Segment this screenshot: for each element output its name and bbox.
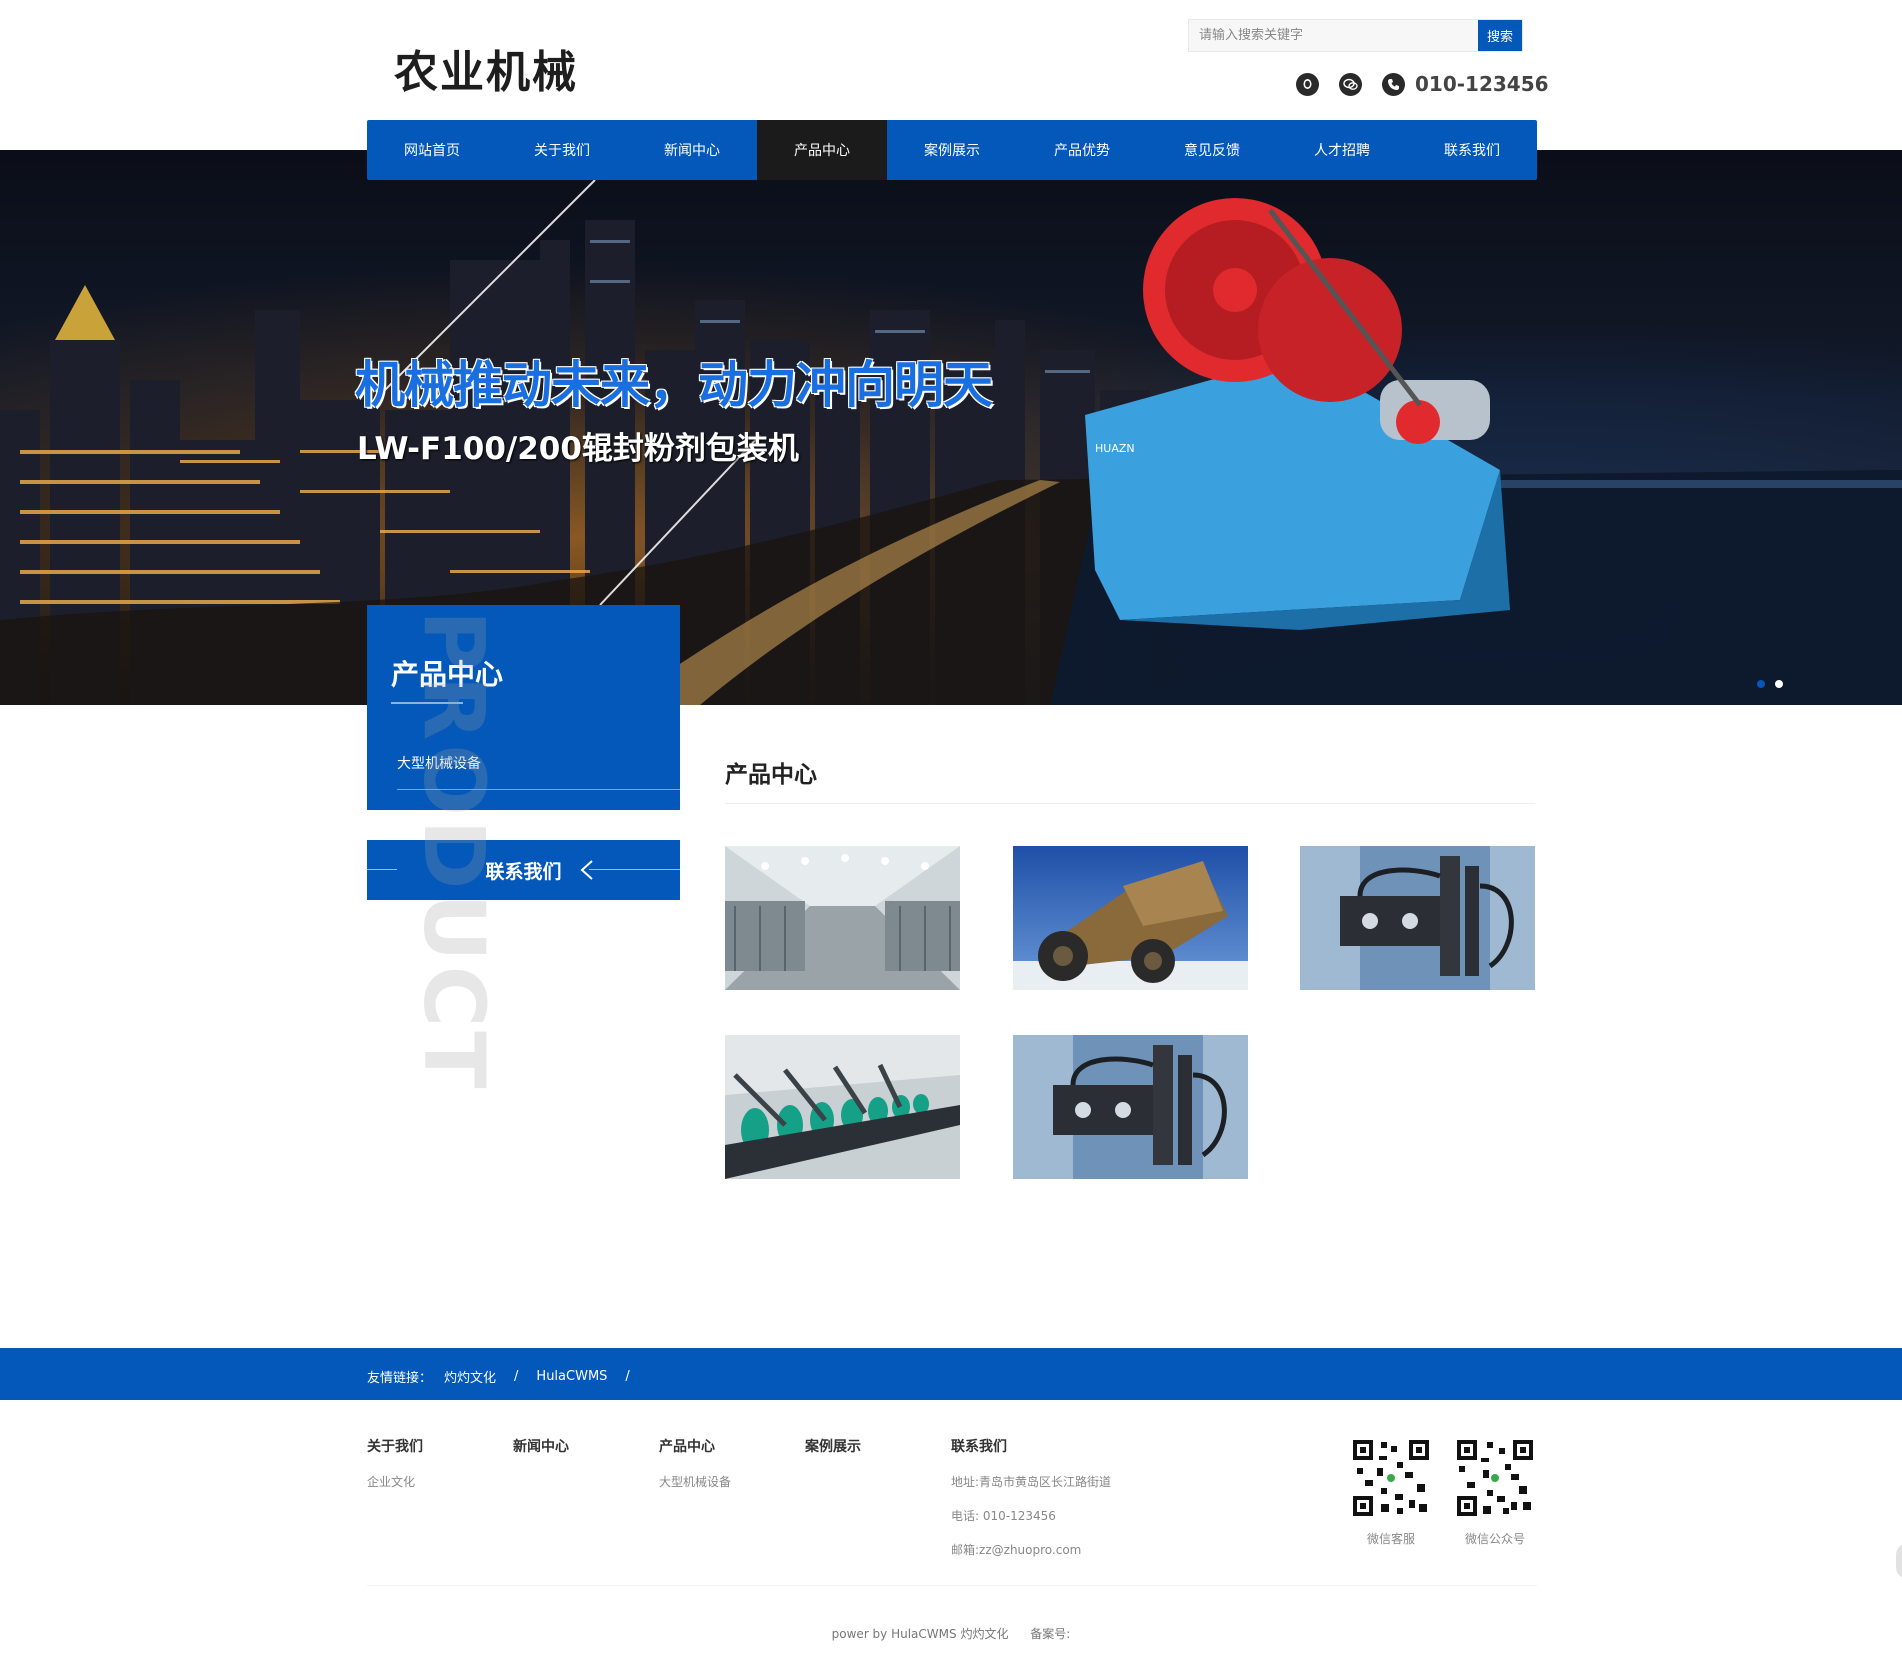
product-thumbnail[interactable]: [1013, 846, 1248, 990]
product-thumbnail[interactable]: [1300, 846, 1535, 990]
content-divider: [725, 803, 1535, 804]
header-phone: 010-123456: [1415, 72, 1549, 96]
nav-jobs[interactable]: 人才招聘: [1277, 120, 1407, 180]
sidebar-contact-label: 联系我们: [485, 860, 562, 883]
footer-phone: 电话: 010-123456: [951, 1509, 1056, 1523]
friend-links-bar: 友情链接： 灼灼文化 / HulaCWMS /: [0, 1348, 1902, 1400]
site-logo[interactable]: 农业机械: [394, 36, 578, 100]
phone-icon: [1382, 72, 1405, 96]
nav-contact[interactable]: 联系我们: [1407, 120, 1537, 180]
powered-by[interactable]: power by HulaCWMS 灼灼文化: [832, 1627, 1009, 1641]
footer-col-title[interactable]: 关于我们: [367, 1436, 423, 1456]
banner-city-scene: HUAZN: [0, 179, 1902, 705]
footer-divider: [367, 1585, 1537, 1586]
nav-news[interactable]: 新闻中心: [627, 120, 757, 180]
qr-wechat-official: 微信公众号: [1455, 1438, 1535, 1547]
nav-feedback[interactable]: 意见反馈: [1147, 120, 1277, 180]
friend-link[interactable]: 灼灼文化: [444, 1367, 496, 1386]
footer-col-cases: 案例展示: [805, 1436, 861, 1456]
qq-icon[interactable]: [1296, 72, 1319, 96]
header-contact: 010-123456: [1296, 72, 1549, 96]
footer-col-title[interactable]: 案例展示: [805, 1436, 861, 1456]
product-thumbnail[interactable]: [1013, 1035, 1248, 1179]
footer-col-products: 产品中心 大型机械设备: [659, 1436, 731, 1490]
footer-col-title[interactable]: 产品中心: [659, 1436, 731, 1456]
hero-banner[interactable]: HUAZN 机械推动未来，动力冲向明天 LW-F100/200辊封粉剂包装机: [0, 150, 1902, 705]
sidebar-category-panel: 产品中心 大型机械设备: [367, 605, 680, 810]
friend-links: 友情链接： 灼灼文化 / HulaCWMS /: [367, 1367, 648, 1386]
banner-subtitle: LW-F100/200辊封粉剂包装机: [357, 431, 799, 467]
nav-products[interactable]: 产品中心: [757, 120, 887, 180]
footer-col-about: 关于我们 企业文化: [367, 1436, 423, 1490]
friend-link[interactable]: HulaCWMS: [536, 1369, 607, 1384]
icp-record[interactable]: 备案号:: [1030, 1627, 1070, 1641]
sidebar-title-underline: [391, 702, 463, 704]
search-bar: 搜索: [1188, 19, 1523, 52]
crusher-machine-image: HUAZN: [1085, 198, 1510, 630]
footer-col-title[interactable]: 联系我们: [951, 1436, 1111, 1456]
sidebar-item-large-machinery[interactable]: 大型机械设备: [397, 753, 481, 773]
friend-link-separator: /: [625, 1369, 630, 1384]
footer-col-contact: 联系我们 地址:青岛市黄岛区长江路街道 电话: 010-123456 邮箱:zz…: [951, 1436, 1111, 1558]
back-to-top-handle[interactable]: [1896, 1543, 1902, 1579]
contact-left-line: [367, 869, 397, 870]
footer-email: 邮箱:zz@zhuopro.com: [951, 1543, 1082, 1557]
sidebar-contact-button[interactable]: 联系我们: [367, 840, 680, 900]
qr-caption: 微信客服: [1366, 1532, 1415, 1546]
arrow-left-icon: [580, 860, 593, 880]
nav-cases[interactable]: 案例展示: [887, 120, 1017, 180]
friend-links-label: 友情链接：: [367, 1371, 433, 1386]
footer-address: 地址:青岛市黄岛区长江路街道: [951, 1475, 1112, 1489]
search-input[interactable]: [1189, 20, 1478, 51]
nav-about[interactable]: 关于我们: [497, 120, 627, 180]
sidebar-item-divider: [397, 789, 680, 790]
svg-text:HUAZN: HUAZN: [1095, 442, 1135, 455]
footer-link[interactable]: 大型机械设备: [659, 1473, 731, 1490]
copyright: power by HulaCWMS 灼灼文化 备案号:: [0, 1625, 1902, 1642]
qr-wechat-service: 微信客服: [1351, 1438, 1431, 1547]
qr-code-icon: [1351, 1438, 1431, 1518]
banner-pagination: [1757, 680, 1783, 688]
footer-col-news: 新闻中心: [513, 1436, 569, 1456]
main-nav: 网站首页 关于我们 新闻中心 产品中心 案例展示 产品优势 意见反馈 人才招聘 …: [367, 120, 1537, 180]
banner-title: 机械推动未来，动力冲向明天: [355, 355, 993, 414]
content-title: 产品中心: [725, 762, 817, 788]
footer-link[interactable]: 企业文化: [367, 1473, 423, 1490]
product-thumbnail[interactable]: [725, 846, 960, 990]
qr-caption: 微信公众号: [1464, 1532, 1525, 1546]
wechat-icon[interactable]: [1339, 72, 1362, 96]
footer-col-title[interactable]: 新闻中心: [513, 1436, 569, 1456]
banner-dot-2[interactable]: [1775, 680, 1783, 688]
product-thumbnail[interactable]: [725, 1035, 960, 1179]
nav-home[interactable]: 网站首页: [367, 120, 497, 180]
sidebar-title: 产品中心: [391, 658, 504, 691]
search-button[interactable]: 搜索: [1478, 20, 1522, 51]
qr-code-icon: [1455, 1438, 1535, 1518]
nav-advantages[interactable]: 产品优势: [1017, 120, 1147, 180]
contact-right-line: [589, 869, 680, 870]
banner-dot-1[interactable]: [1757, 680, 1765, 688]
friend-link-separator: /: [514, 1369, 519, 1384]
